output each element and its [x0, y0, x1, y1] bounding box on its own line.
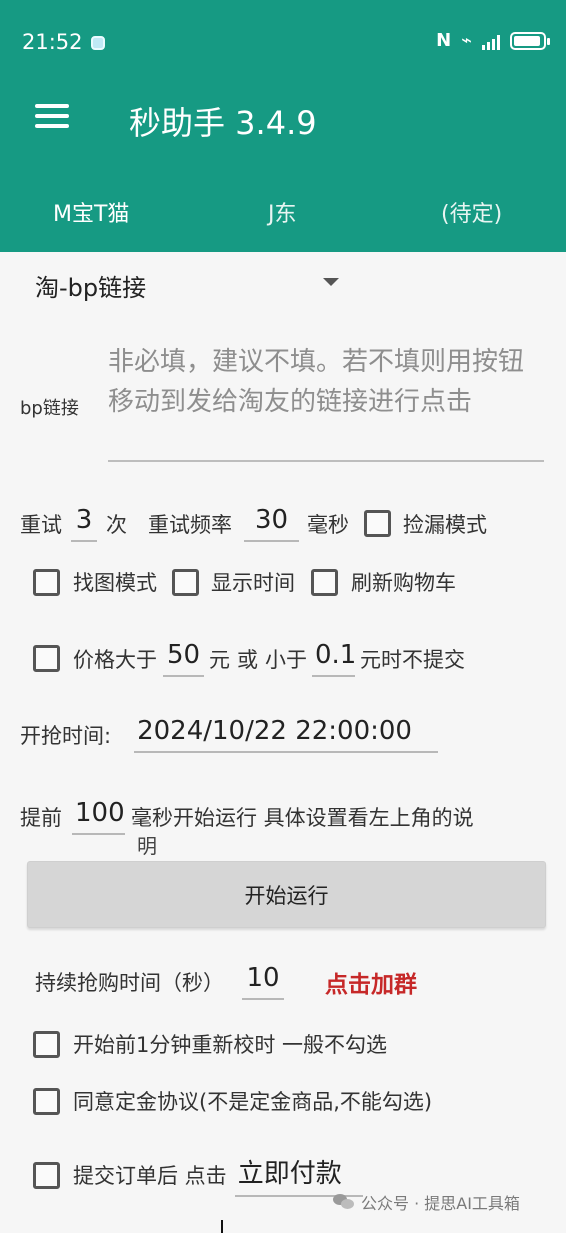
- status-notification-icon: [91, 36, 105, 50]
- watermark: 公众号 · 提思AI工具箱: [333, 1190, 520, 1214]
- battery-icon: [510, 31, 550, 50]
- link-type-dropdown[interactable]: 淘-bp链接: [35, 268, 146, 303]
- deposit-agreement-checkbox[interactable]: [33, 1087, 60, 1115]
- app-title: 秒助手 3.4.9: [129, 104, 317, 142]
- price-row: 价格大于 50 元 或 小于 0.1 元时不提交: [33, 640, 465, 677]
- retry-label: 重试: [20, 512, 62, 537]
- bp-link-label: bp链接: [20, 398, 79, 419]
- price-suffix-label: 元时不提交: [360, 647, 465, 672]
- price-max-input[interactable]: 0.1: [312, 640, 356, 677]
- text-caret: [221, 1220, 223, 1233]
- price-min-input[interactable]: 50: [163, 640, 204, 677]
- hamburger-menu-icon[interactable]: [35, 104, 69, 128]
- watermark-text: 公众号 · 提思AI工具箱: [361, 1194, 520, 1213]
- submit-order-row: 提交订单后 点击 立即付款: [33, 1153, 363, 1197]
- nfc-icon: N: [436, 30, 452, 51]
- start-button[interactable]: 开始运行: [27, 861, 546, 928]
- submit-order-label: 提交订单后 点击: [73, 1164, 227, 1188]
- resync-time-checkbox[interactable]: [33, 1030, 60, 1058]
- find-image-label: 找图模式: [73, 571, 157, 595]
- resync-time-label: 开始前1分钟重新校时 一般不勾选: [73, 1033, 388, 1057]
- options-row: 找图模式 显示时间 刷新购物车: [33, 567, 456, 597]
- price-prefix-label: 价格大于: [73, 647, 157, 672]
- deposit-agreement-label: 同意定金协议(不是定金商品,不能勾选): [73, 1090, 433, 1114]
- price-or-label: 或: [237, 647, 258, 672]
- advance-row: 提前 100 毫秒开始运行 具体设置看左上角的说: [20, 798, 474, 835]
- retry-frequency-unit: 毫秒: [307, 512, 349, 537]
- signal-icon: [482, 32, 500, 50]
- status-icons: N ⌁: [436, 30, 550, 51]
- submit-order-checkbox[interactable]: [33, 1161, 60, 1189]
- leak-mode-checkbox[interactable]: [364, 510, 391, 537]
- schedule-row: 开抢时间: 2024/10/22 22:00:00: [20, 716, 439, 753]
- show-time-label: 显示时间: [211, 571, 295, 595]
- join-group-link[interactable]: 点击加群: [325, 965, 417, 999]
- leak-mode-label: 捡漏模式: [403, 512, 487, 537]
- retry-row: 重试 3 次 重试频率 30 毫秒 捡漏模式: [20, 505, 487, 542]
- schedule-label: 开抢时间:: [20, 723, 112, 748]
- price-less-than-label: 小于: [265, 647, 307, 672]
- duration-row: 持续抢购时间（秒） 10 点击加群: [35, 963, 417, 1000]
- retry-count-input[interactable]: 3: [71, 505, 97, 542]
- advance-label: 提前: [20, 805, 62, 830]
- wechat-icon: [333, 1193, 355, 1211]
- advance-description-wrap: 明: [137, 834, 157, 858]
- tab-j-dong[interactable]: J东: [268, 196, 297, 228]
- advance-description: 毫秒开始运行 具体设置看左上角的说: [131, 805, 474, 830]
- advance-ms-input[interactable]: 100: [72, 798, 125, 835]
- tab-m-bao-t-mao[interactable]: M宝T猫: [53, 196, 129, 228]
- price-yuan-label: 元: [209, 647, 230, 672]
- wifi-icon: ⌁: [461, 30, 472, 51]
- status-time: 21:52: [22, 30, 83, 54]
- refresh-cart-label: 刷新购物车: [351, 571, 456, 595]
- retry-frequency-input[interactable]: 30: [244, 505, 299, 542]
- duration-label: 持续抢购时间（秒）: [35, 970, 224, 995]
- bp-link-input[interactable]: 非必填，建议不填。若不填则用按钮移动到发给淘友的链接进行点击: [108, 342, 544, 462]
- show-time-checkbox[interactable]: [172, 568, 199, 596]
- schedule-time-input[interactable]: 2024/10/22 22:00:00: [134, 716, 439, 753]
- resync-time-row: 开始前1分钟重新校时 一般不勾选: [33, 1029, 387, 1059]
- price-filter-checkbox[interactable]: [33, 645, 60, 672]
- retry-frequency-label: 重试频率: [148, 512, 232, 537]
- app-header: 21:52 N ⌁ 秒助手 3.4.9 M宝T猫 J东 (待定): [0, 0, 566, 252]
- find-image-checkbox[interactable]: [33, 568, 60, 596]
- dropdown-arrow-icon[interactable]: [323, 278, 339, 286]
- duration-input[interactable]: 10: [242, 963, 284, 1000]
- tab-pending[interactable]: (待定): [441, 196, 502, 228]
- refresh-cart-checkbox[interactable]: [311, 568, 338, 596]
- deposit-agreement-row: 同意定金协议(不是定金商品,不能勾选): [33, 1086, 432, 1116]
- retry-count-unit: 次: [106, 512, 127, 537]
